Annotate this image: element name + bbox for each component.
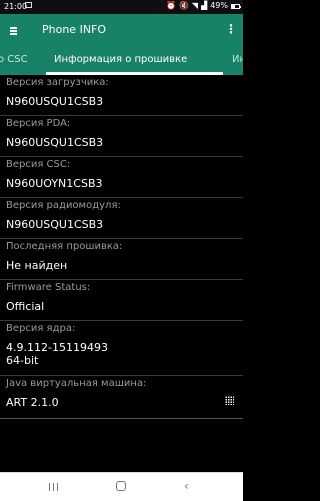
info-label: Firmware Status: xyxy=(6,282,91,293)
tab-next-info[interactable]: Информ xyxy=(232,54,243,65)
grid-dots-icon[interactable] xyxy=(225,396,234,405)
battery-percent: 49% xyxy=(210,1,228,10)
list-item: Java виртуальная машина: ART 2.1.0 xyxy=(0,376,243,419)
info-label: Версия радиомодуля: xyxy=(6,200,121,211)
back-icon[interactable]: ‹ xyxy=(184,480,189,492)
notification-icon xyxy=(25,2,32,8)
info-value: 4.9.112-15119493 64-bit xyxy=(6,341,108,367)
info-value: N960USQU1CSB3 xyxy=(6,136,104,149)
hamburger-menu-icon[interactable] xyxy=(10,27,17,35)
list-item: Версия CSC: N960UOYN1CSB3 xyxy=(0,157,243,198)
firmware-info-list: Версия загрузчика: N960USQU1CSB3 Версия … xyxy=(0,75,243,470)
list-item: Firmware Status: Official xyxy=(0,280,243,321)
tab-bar: о CSC Информация о прошивке Информ xyxy=(0,48,243,75)
info-label: Версия CSC: xyxy=(6,159,71,170)
wifi-icon: ◥ xyxy=(191,1,199,10)
home-icon[interactable] xyxy=(116,481,126,491)
status-bar: 21:00 ⏰ 🔇 ◥ ▟ 49% xyxy=(0,0,243,14)
recent-apps-icon[interactable] xyxy=(49,483,59,491)
app-bar: Phone INFO ⋮ xyxy=(0,14,243,48)
signal-icon: ▟ xyxy=(201,1,208,10)
info-label: Последняя прошивка: xyxy=(6,241,123,252)
divider xyxy=(0,418,243,419)
navigation-bar: ‹ xyxy=(0,472,243,501)
info-value: N960UOYN1CSB3 xyxy=(6,177,103,190)
status-icons: ⏰ 🔇 ◥ ▟ 49% xyxy=(165,1,241,11)
list-item: Версия PDA: N960USQU1CSB3 xyxy=(0,116,243,157)
more-vertical-icon[interactable]: ⋮ xyxy=(225,23,237,35)
tab-csc-info[interactable]: о CSC xyxy=(0,54,28,65)
info-label: Java виртуальная машина: xyxy=(6,378,147,389)
info-value: Official xyxy=(6,300,45,313)
app-title: Phone INFO xyxy=(42,23,107,36)
battery-icon xyxy=(231,3,241,9)
info-label: Версия загрузчика: xyxy=(6,77,109,88)
list-item: Последняя прошивка: Не найден xyxy=(0,239,243,280)
alarm-icon: ⏰ xyxy=(165,1,176,10)
mute-icon: 🔇 xyxy=(178,1,189,10)
info-label: Версия ядра: xyxy=(6,323,76,334)
list-item: Версия загрузчика: N960USQU1CSB3 xyxy=(0,75,243,116)
battery-level-fill xyxy=(232,4,236,8)
info-value: N960USQU1CSB3 xyxy=(6,218,104,231)
list-item: Версия радиомодуля: N960USQU1CSB3 xyxy=(0,198,243,239)
tab-firmware-info[interactable]: Информация о прошивке xyxy=(54,54,187,65)
status-time: 21:00 xyxy=(4,2,28,11)
info-value: Не найден xyxy=(6,259,68,272)
list-item: Версия ядра: 4.9.112-15119493 64-bit xyxy=(0,321,243,376)
info-value: N960USQU1CSB3 xyxy=(6,95,104,108)
info-value: ART 2.1.0 xyxy=(6,396,59,409)
info-label: Версия PDA: xyxy=(6,118,71,129)
